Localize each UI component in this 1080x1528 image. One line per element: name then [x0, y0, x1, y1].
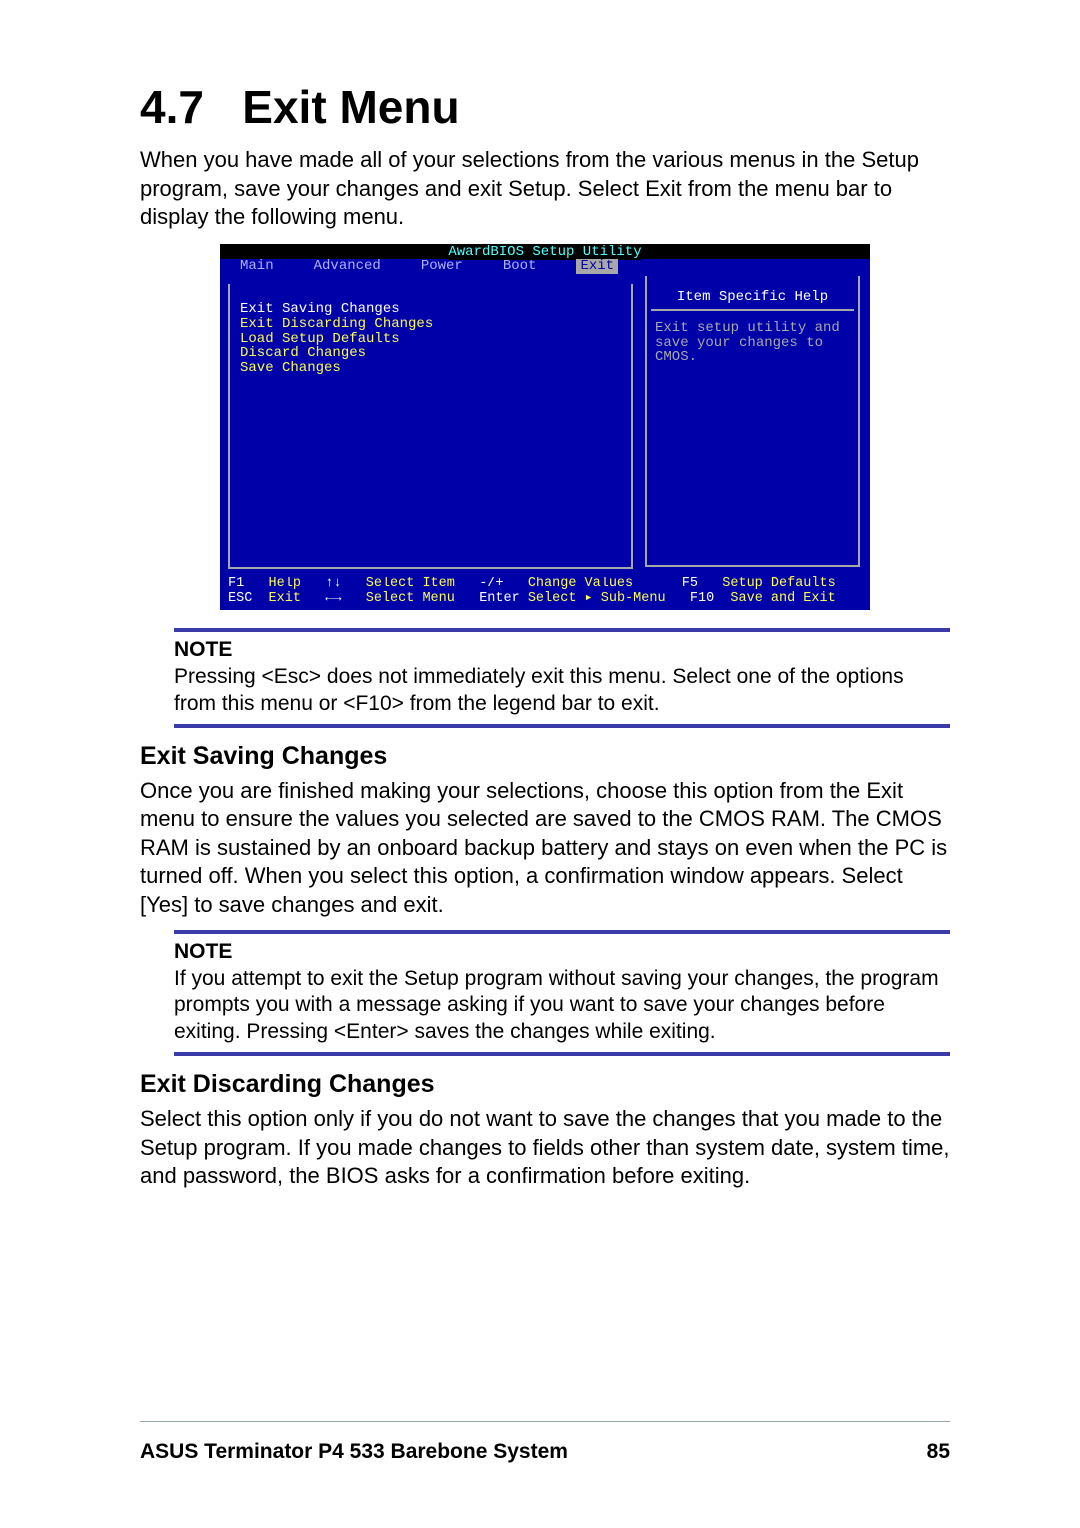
legend-change-values: Change Values [528, 576, 633, 591]
legend-key-enter: Enter [479, 591, 520, 606]
note-block-2: NOTE If you attempt to exit the Setup pr… [174, 930, 950, 1057]
legend-select-menu: Select Menu [366, 591, 455, 606]
note-label: NOTE [174, 638, 950, 662]
page-footer: ASUS Terminator P4 533 Barebone System 8… [140, 1421, 950, 1464]
note-text: Pressing <Esc> does not immediately exit… [174, 664, 950, 718]
section-heading: 4.7 Exit Menu [140, 80, 950, 134]
note-label-2: NOTE [174, 940, 950, 964]
bios-menubar: Main Advanced Power Boot Exit [220, 259, 870, 274]
legend-setup-defaults: Setup Defaults [722, 576, 835, 591]
bios-tab-advanced[interactable]: Advanced [314, 259, 397, 274]
bios-left-pane: Exit Saving Changes Exit Discarding Chan… [220, 276, 639, 577]
bios-help-pane: Item Specific Help Exit setup utility an… [639, 276, 870, 577]
para-exit-saving: Once you are finished making your select… [140, 777, 950, 920]
legend-updown-icon: ↑↓ [325, 576, 341, 591]
legend-key-f1: F1 [228, 576, 244, 591]
bios-item-save-changes[interactable]: Save Changes [240, 361, 621, 376]
bios-legend-bar: F1 Help ↑↓ Select Item -/+ Change Values… [220, 577, 870, 610]
note-block-1: NOTE Pressing <Esc> does not immediately… [174, 628, 950, 728]
legend-save-exit: Save and Exit [730, 591, 835, 606]
bios-tab-main[interactable]: Main [240, 259, 290, 274]
legend-key-f5: F5 [682, 576, 698, 591]
bios-tab-exit[interactable]: Exit [576, 259, 618, 274]
subheading-exit-discarding: Exit Discarding Changes [140, 1070, 950, 1099]
legend-select-item: Select Item [366, 576, 455, 591]
note-text-2: If you attempt to exit the Setup program… [174, 966, 950, 1047]
intro-paragraph: When you have made all of your selection… [140, 146, 950, 232]
legend-key-f10: F10 [690, 591, 714, 606]
bios-item-load-defaults[interactable]: Load Setup Defaults [240, 332, 621, 347]
footer-product: ASUS Terminator P4 533 Barebone System [140, 1440, 568, 1464]
section-number: 4.7 [140, 81, 204, 133]
para-exit-discarding: Select this option only if you do not wa… [140, 1105, 950, 1191]
legend-help: Help [269, 576, 301, 591]
legend-plusminus: -/+ [479, 576, 503, 591]
bios-item-discard-changes[interactable]: Discard Changes [240, 346, 621, 361]
bios-tab-power[interactable]: Power [421, 259, 479, 274]
bios-utility-title: AwardBIOS Setup Utility [448, 244, 641, 260]
bios-item-exit-discarding[interactable]: Exit Discarding Changes [240, 317, 621, 332]
footer-page-number: 85 [927, 1440, 950, 1464]
legend-leftright-icon: ←→ [325, 591, 341, 606]
section-title-text: Exit Menu [242, 81, 459, 133]
legend-key-esc: ESC [228, 591, 252, 606]
bios-title-bar: AwardBIOS Setup Utility [220, 244, 870, 260]
legend-select-submenu: Select ▸ Sub-Menu [528, 591, 666, 606]
bios-tab-boot[interactable]: Boot [503, 259, 553, 274]
legend-exit: Exit [269, 591, 301, 606]
bios-item-exit-saving[interactable]: Exit Saving Changes [240, 302, 621, 317]
subheading-exit-saving: Exit Saving Changes [140, 742, 950, 771]
bios-help-title: Item Specific Help [655, 284, 850, 307]
bios-screenshot: AwardBIOS Setup Utility Main Advanced Po… [220, 244, 870, 610]
bios-help-text: Exit setup utility and save your changes… [655, 321, 850, 365]
